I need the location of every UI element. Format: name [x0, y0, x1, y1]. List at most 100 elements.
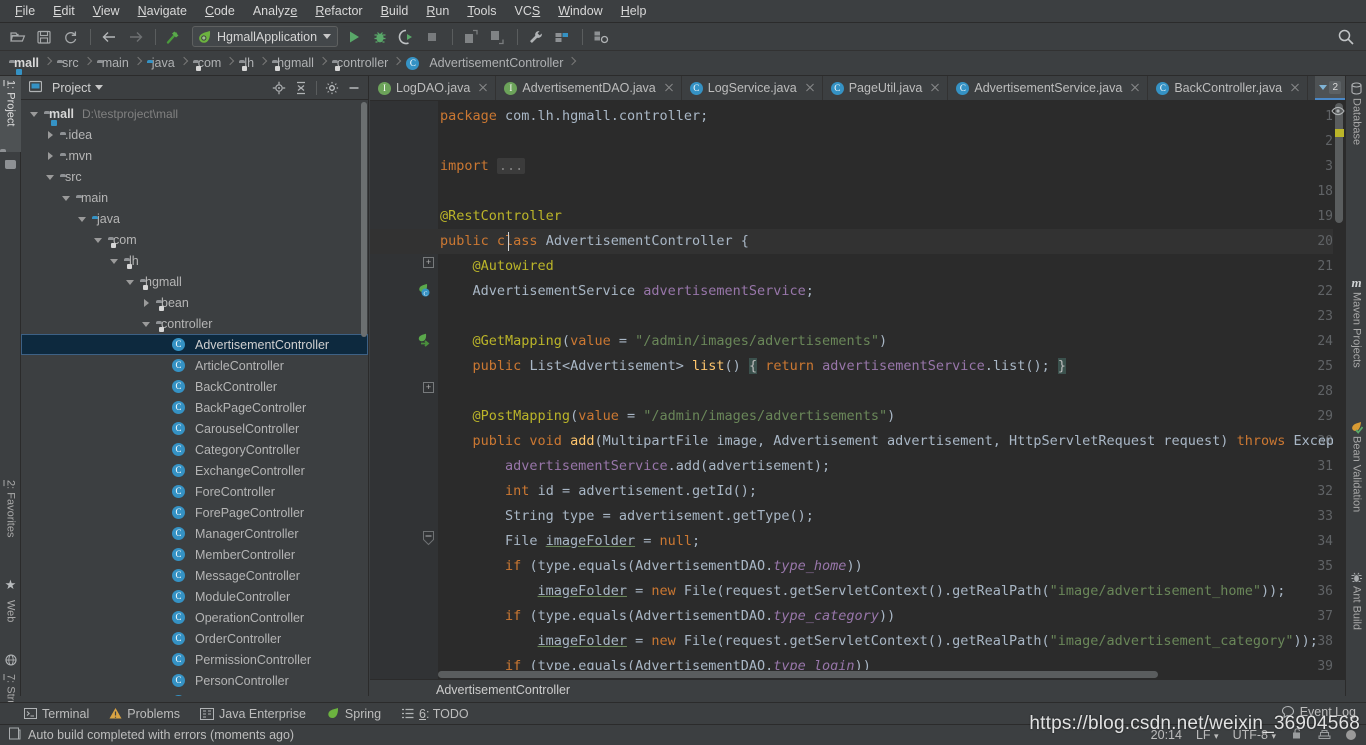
tree-twisty-open[interactable]	[91, 232, 107, 248]
tree-item[interactable]: C PersonController	[21, 670, 368, 691]
tree-item[interactable]: C ModuleController	[21, 586, 368, 607]
warning-stripe-marker[interactable]	[1335, 129, 1344, 137]
close-icon[interactable]	[1129, 82, 1141, 94]
sdk-manager-icon[interactable]	[589, 26, 613, 48]
editor-tab-logdao[interactable]: I LogDAO.java	[370, 76, 497, 100]
settings-wrench-icon[interactable]	[524, 26, 548, 48]
update-app-icon[interactable]	[459, 26, 483, 48]
editor-tab-backcontroller[interactable]: C BackController.java	[1148, 76, 1309, 100]
tree-item[interactable]: C AdvertisementController	[21, 334, 368, 355]
tree-item[interactable]: C ManagerController	[21, 523, 368, 544]
tree-item[interactable]: C ForePageController	[21, 502, 368, 523]
tree-item[interactable]: lh	[21, 250, 368, 271]
editor-tab-pageutil[interactable]: C PageUtil.java	[823, 76, 949, 100]
close-icon[interactable]	[929, 82, 941, 94]
sidebar-item-maven-projects[interactable]: Maven Projects	[1346, 292, 1366, 402]
breadcrumb-item-controller[interactable]: controller	[329, 53, 392, 74]
scrollbar-thumb[interactable]	[438, 671, 1158, 678]
sync-icon[interactable]	[58, 26, 82, 48]
tree-item[interactable]: C MemberController	[21, 544, 368, 565]
save-icon[interactable]	[32, 26, 56, 48]
bottom-item-todo[interactable]: 6: TODO	[401, 707, 469, 721]
tree-item[interactable]: C PermissionController	[21, 649, 368, 670]
code-content[interactable]: package com.lh.hgmall.controller; import…	[438, 101, 1345, 679]
minimize-icon[interactable]	[344, 79, 364, 97]
tree-twisty-closed[interactable]	[43, 148, 59, 164]
tree-item[interactable]: C ArticleController	[21, 355, 368, 376]
sidebar-item-web[interactable]: Web	[0, 596, 21, 652]
run-coverage-icon[interactable]	[394, 26, 418, 48]
tree-twisty-open[interactable]	[75, 211, 91, 227]
back-arrow-icon[interactable]	[97, 26, 121, 48]
menu-item-edit[interactable]: Edit	[44, 2, 84, 20]
search-everywhere-icon[interactable]	[1334, 26, 1358, 48]
collapse-all-icon[interactable]	[291, 79, 311, 97]
profile-icon[interactable]	[485, 26, 509, 48]
editor-tab-advertisementdao[interactable]: I AdvertisementDAO.java	[496, 76, 682, 100]
run-configuration-selector[interactable]: HgmallApplication	[192, 26, 339, 47]
bottom-item-spring[interactable]: Spring	[326, 707, 381, 721]
breadcrumb-item-lh[interactable]: lh	[236, 53, 258, 74]
inspection-eye-icon[interactable]	[1331, 105, 1345, 120]
tree-item[interactable]: C PowerController	[21, 691, 368, 696]
tree-item[interactable]: C CategoryController	[21, 439, 368, 460]
menu-item-view[interactable]: View	[84, 2, 129, 20]
breadcrumb-item-java[interactable]: java	[144, 53, 179, 74]
tree-item[interactable]: java	[21, 208, 368, 229]
tree-twisty-open[interactable]	[27, 106, 43, 122]
chevron-down-icon[interactable]	[94, 85, 103, 90]
bottom-item-problems[interactable]: Problems	[109, 707, 180, 721]
autowired-gutter-icon[interactable]	[416, 333, 430, 347]
tree-item[interactable]: C ExchangeController	[21, 460, 368, 481]
tree-item[interactable]: C OrderController	[21, 628, 368, 649]
tree-item[interactable]: hgmall	[21, 271, 368, 292]
tree-item[interactable]: C ForeController	[21, 481, 368, 502]
sidebar-item-ant-build[interactable]: Ant Build	[1346, 586, 1366, 658]
debug-icon[interactable]	[368, 26, 392, 48]
fold-collapse-icon[interactable]	[423, 531, 434, 546]
run-class-gutter-icon[interactable]: C	[416, 283, 430, 297]
breadcrumb-item-mall[interactable]: mall	[6, 53, 43, 74]
tree-twisty-closed[interactable]	[43, 127, 59, 143]
close-icon[interactable]	[663, 82, 675, 94]
chevron-down-icon[interactable]	[323, 34, 332, 39]
breadcrumb-item-main[interactable]: main	[94, 53, 133, 74]
menu-item-build[interactable]: Build	[372, 2, 418, 20]
tree-twisty-closed[interactable]	[139, 295, 155, 311]
menu-item-code[interactable]: Code	[196, 2, 244, 20]
breadcrumb-item-src[interactable]: src	[54, 53, 83, 74]
sidebar-item-database[interactable]: Database	[1346, 98, 1366, 182]
close-icon[interactable]	[1289, 82, 1301, 94]
project-tree-scrollbar[interactable]	[361, 102, 367, 337]
menu-item-refactor[interactable]: Refactor	[306, 2, 371, 20]
editor-tab-logservice[interactable]: C LogService.java	[682, 76, 823, 100]
menu-item-file[interactable]: File	[6, 2, 44, 20]
locate-target-icon[interactable]	[269, 79, 289, 97]
tree-item[interactable]: C CarouselController	[21, 418, 368, 439]
tree-item[interactable]: .idea	[21, 124, 368, 145]
breadcrumb-item-advertisementcontroller[interactable]: C AdvertisementController	[403, 53, 567, 74]
tree-twisty-open[interactable]	[107, 253, 123, 269]
menu-item-analyze[interactable]: Analyze	[244, 2, 306, 20]
menu-item-run[interactable]: Run	[417, 2, 458, 20]
breadcrumb-item-hgmall[interactable]: hgmall	[269, 53, 318, 74]
tree-twisty-open[interactable]	[139, 316, 155, 332]
code-editor[interactable]: 1 2 3 18 19 20 21 22 23 24 25 28 29 30 31 32 33 34 35 36 37 3…	[370, 101, 1345, 679]
close-icon[interactable]	[804, 82, 816, 94]
editor-horizontal-scrollbar[interactable]	[438, 670, 1333, 679]
tree-item[interactable]: mall D:\testproject\mall	[21, 103, 368, 124]
sidebar-item-favorites[interactable]: 2: Favorites	[0, 476, 21, 576]
menu-item-window[interactable]: Window	[549, 2, 611, 20]
tree-item[interactable]: C BackPageController	[21, 397, 368, 418]
project-tree[interactable]: mall D:\testproject\mall .idea .mvn src main j…	[21, 100, 368, 696]
tree-item[interactable]: C MessageController	[21, 565, 368, 586]
run-icon[interactable]	[342, 26, 366, 48]
forward-arrow-icon[interactable]	[123, 26, 147, 48]
project-structure-icon[interactable]	[550, 26, 574, 48]
build-hammer-icon[interactable]	[162, 26, 186, 48]
open-folder-icon[interactable]	[6, 26, 30, 48]
tree-item[interactable]: src	[21, 166, 368, 187]
tree-twisty-open[interactable]	[59, 190, 75, 206]
editor-tab-advertisementservice[interactable]: C AdvertisementService.java	[948, 76, 1149, 100]
tree-item[interactable]: C BackController	[21, 376, 368, 397]
